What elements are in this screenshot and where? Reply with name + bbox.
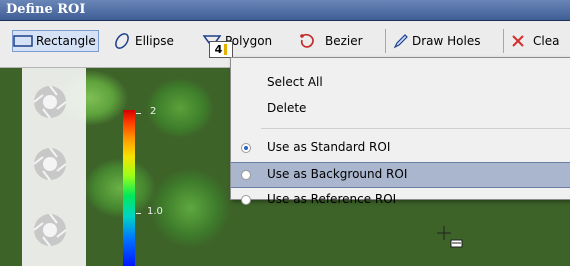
menu-item-label: Select All xyxy=(267,75,323,89)
roi-marker xyxy=(224,44,228,55)
scale-tick-mark xyxy=(136,213,141,214)
bezier-tool-button[interactable]: Bezier xyxy=(296,30,363,52)
menu-item-delete[interactable]: Delete xyxy=(231,97,570,121)
radio-selected-icon xyxy=(241,143,251,153)
menu-item-label: Delete xyxy=(267,101,307,115)
draw-holes-button[interactable]: Draw Holes xyxy=(393,30,481,52)
ellipse-tool-button[interactable]: Ellipse xyxy=(112,30,174,52)
bezier-tool-label: Bezier xyxy=(325,34,363,48)
radio-icon xyxy=(241,195,251,205)
scale-tick-mark xyxy=(136,113,141,114)
roi-number: 4 xyxy=(214,43,223,56)
scale-tick-max: 2 xyxy=(150,106,157,117)
ellipse-icon xyxy=(115,33,129,49)
clear-label: Clea xyxy=(533,34,560,48)
roi-number-label[interactable]: 4 xyxy=(209,41,233,58)
menu-item-reference-roi[interactable]: Use as Reference ROI xyxy=(231,188,570,212)
window-title: Define ROI xyxy=(6,2,86,17)
rectangle-tool-button[interactable]: Rectangle xyxy=(12,30,99,52)
aperture-icon xyxy=(33,213,67,247)
bezier-icon xyxy=(300,33,314,48)
menu-item-background-roi[interactable]: Use as Background ROI xyxy=(231,162,570,188)
pencil-icon xyxy=(393,34,408,49)
rectangle-tool-label: Rectangle xyxy=(36,34,96,48)
menu-item-standard-roi[interactable]: Use as Standard ROI xyxy=(231,136,570,160)
menu-item-select-all[interactable]: Select All xyxy=(231,71,570,95)
toolbar-separator xyxy=(503,29,504,53)
radio-icon xyxy=(241,170,251,180)
scale-tick-mid: 1.0 xyxy=(147,206,163,217)
aperture-icon xyxy=(33,85,67,119)
title-bar: Define ROI xyxy=(0,0,570,21)
menu-item-label: Use as Background ROI xyxy=(267,167,408,181)
close-icon xyxy=(512,35,524,47)
roi-context-menu: Select All Delete Use as Standard ROI Us… xyxy=(230,57,570,206)
crosshair-cursor-icon xyxy=(437,226,463,248)
aperture-icon xyxy=(33,147,67,181)
toolbar-separator xyxy=(385,29,386,53)
color-scale-bar xyxy=(123,110,135,266)
menu-separator xyxy=(261,128,570,129)
rectangle-icon xyxy=(13,35,33,47)
draw-holes-label: Draw Holes xyxy=(412,34,481,48)
menu-item-label: Use as Reference ROI xyxy=(267,192,397,206)
ellipse-tool-label: Ellipse xyxy=(135,34,174,48)
clear-button[interactable]: Clea xyxy=(510,30,559,52)
menu-item-label: Use as Standard ROI xyxy=(267,140,391,154)
